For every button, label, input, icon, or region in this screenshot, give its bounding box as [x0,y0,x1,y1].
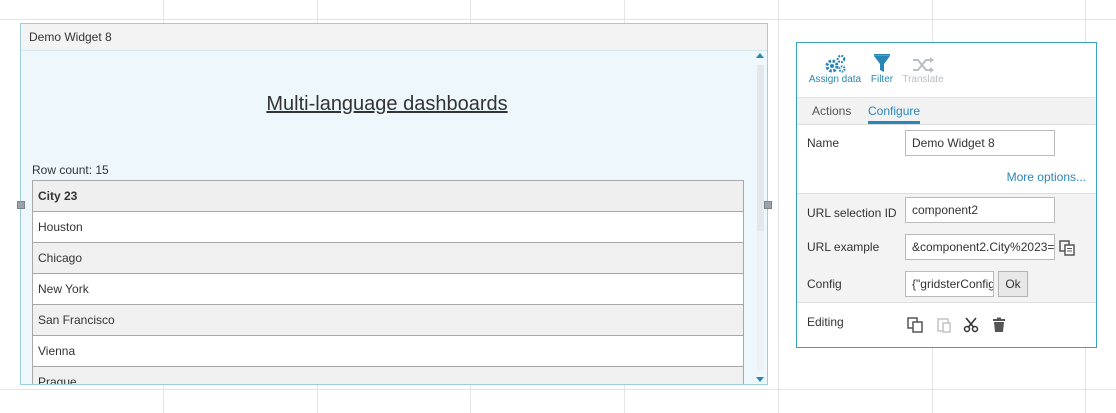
table-row[interactable]: Prague [33,367,743,384]
gears-icon [825,54,846,73]
widget-title: Demo Widget 8 [21,24,767,51]
tab-configure[interactable]: Configure [868,104,920,118]
url-selection-field[interactable]: component2 [905,197,1055,223]
paste-icon [937,318,951,333]
table-header[interactable]: City 23 [33,181,743,212]
table-row[interactable]: San Francisco [33,305,743,336]
copy-icon[interactable] [907,317,923,333]
demo-widget[interactable]: Demo Widget 8 Multi-language dashboards … [20,23,768,385]
cut-icon[interactable] [963,317,979,333]
filter-icon [874,54,890,72]
scroll-down-arrow-icon[interactable] [756,377,764,382]
filter-button[interactable]: Filter [869,52,895,85]
more-options-link[interactable]: More options... [1007,170,1086,184]
row-count: Row count: 15 [32,163,109,177]
url-selection-label: URL selection ID [807,206,897,220]
config-label: Config [807,277,842,291]
active-tab-indicator [868,121,920,124]
assign-data-label: Assign data [808,74,862,85]
config-field[interactable]: {"gridsterConfig" [905,271,994,297]
url-example-label: URL example [807,240,880,254]
assign-data-button[interactable]: Assign data [807,52,863,85]
tab-actions[interactable]: Actions [812,104,851,118]
city-table: City 23 Houston Chicago New York San Fra… [32,180,744,384]
panel-tabs: Actions Configure [797,97,1096,125]
panel-toolbar: Assign data Filter Translate [797,43,1096,97]
filter-label: Filter [870,74,894,85]
resize-handle-right[interactable] [764,201,772,209]
table-row[interactable]: Houston [33,212,743,243]
name-label: Name [807,136,840,150]
url-example-field[interactable]: &component2.City%2023= [905,234,1055,260]
translate-button[interactable]: Translate [901,52,945,85]
shuffle-icon [913,57,934,73]
table-row[interactable]: Vienna [33,336,743,367]
ok-button[interactable]: Ok [998,271,1028,297]
vertical-scrollbar[interactable] [755,51,765,384]
widget-body: Multi-language dashboards Row count: 15 … [21,51,767,384]
name-field[interactable]: Demo Widget 8 [905,130,1055,156]
widget-config-panel: Assign data Filter Translate Actions Con… [796,42,1097,348]
dashboard-heading: Multi-language dashboards [266,93,508,115]
trash-icon[interactable] [991,317,1007,333]
translate-label: Translate [902,74,944,85]
table-row[interactable]: New York [33,274,743,305]
resize-handle-left[interactable] [17,201,25,209]
scroll-up-arrow-icon[interactable] [756,53,764,58]
copy-url-icon[interactable] [1059,240,1075,256]
editing-label: Editing [807,315,844,329]
scroll-thumb[interactable] [757,65,764,231]
table-row[interactable]: Chicago [33,243,743,274]
divider [797,302,1096,303]
